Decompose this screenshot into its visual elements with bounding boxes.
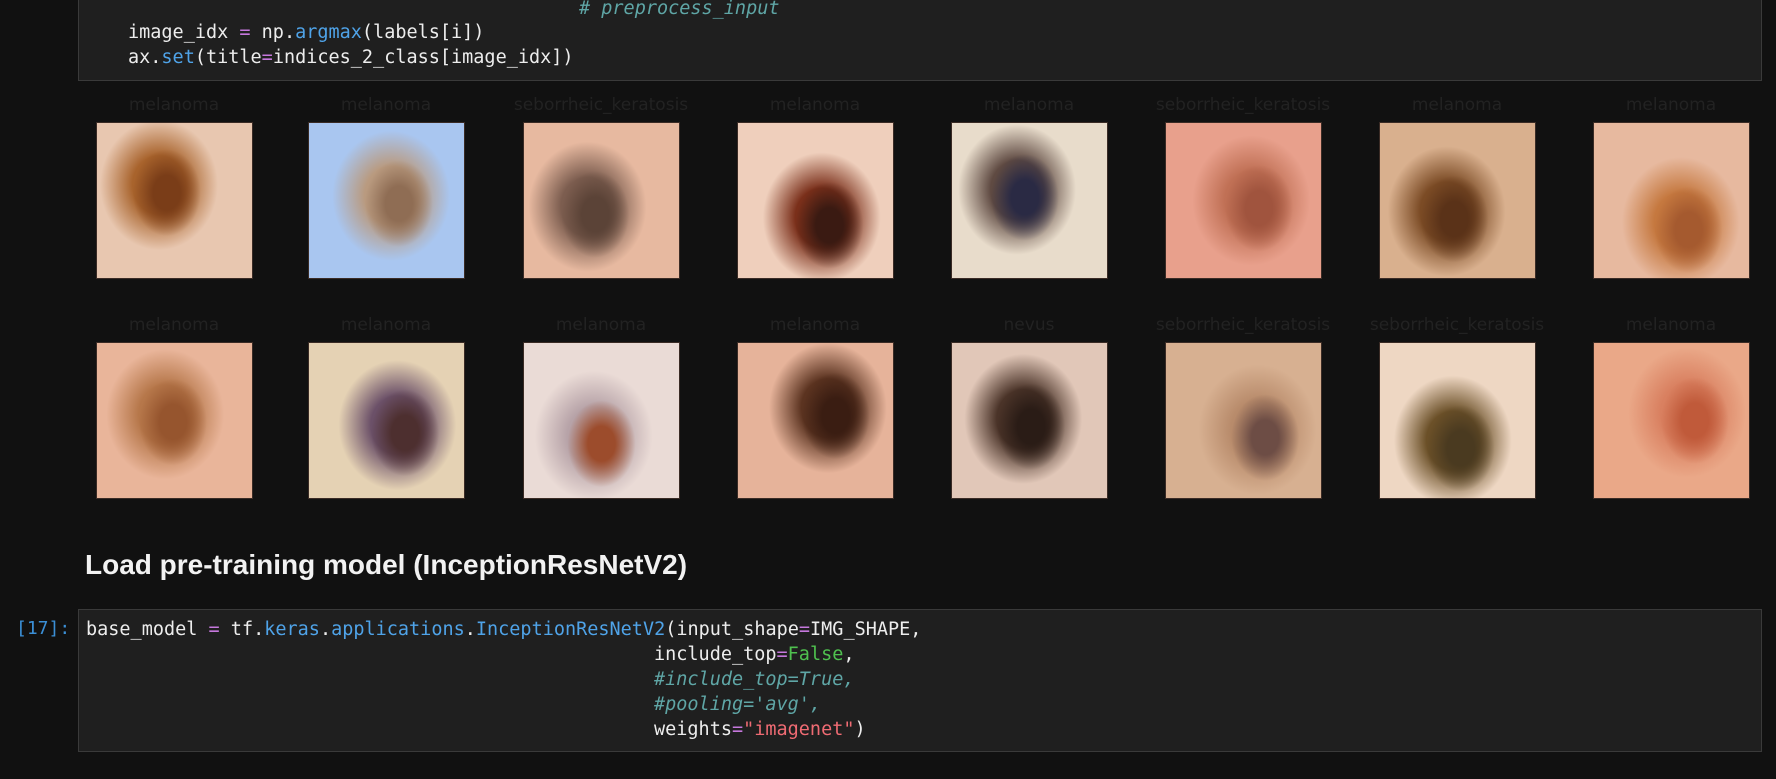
skin-lesion-image: [308, 122, 465, 279]
skin-lesion-image: [1593, 342, 1750, 499]
skin-lesion-image: [737, 342, 894, 499]
skin-lesion-image: [951, 342, 1108, 499]
thumbnail-title: melanoma: [340, 315, 432, 335]
thumbnail-title: seborrheic_keratosis: [1155, 95, 1331, 115]
thumbnail-title: nevus: [1003, 315, 1055, 335]
code-line-comment-pooling: #pooling='avg',: [654, 694, 822, 715]
skin-lesion-image: [951, 122, 1108, 279]
skin-lesion-image: [1165, 342, 1322, 499]
skin-lesion-image: [737, 122, 894, 279]
thumbnail-title: seborrheic_keratosis: [513, 95, 689, 115]
thumbnail-title: melanoma: [128, 315, 220, 335]
code-line-weights: weights="imagenet"): [654, 719, 866, 740]
thumbnail-title: melanoma: [1625, 95, 1717, 115]
thumbnail-title: melanoma: [128, 95, 220, 115]
thumbnail-title: seborrheic_keratosis: [1155, 315, 1331, 335]
thumbnail-title: melanoma: [769, 315, 861, 335]
thumbnail-title: melanoma: [1411, 95, 1503, 115]
cell-prompt: [17]:: [16, 618, 71, 639]
skin-lesion-image: [308, 342, 465, 499]
skin-lesion-image: [96, 342, 253, 499]
image-grid-output: melanoma melanoma seborrheic_keratosis mela…: [0, 0, 1776, 520]
thumbnail-title: melanoma: [340, 95, 432, 115]
thumbnail-title: seborrheic_keratosis: [1369, 315, 1545, 335]
skin-lesion-image: [1379, 342, 1536, 499]
skin-lesion-image: [1165, 122, 1322, 279]
thumbnail-title: melanoma: [1625, 315, 1717, 335]
skin-lesion-image: [523, 122, 680, 279]
skin-lesion-image: [96, 122, 253, 279]
skin-lesion-image: [523, 342, 680, 499]
code-line-comment-include-top: #include_top=True,: [654, 669, 855, 690]
thumbnail-title: melanoma: [769, 95, 861, 115]
code-line-include-top: include_top=False,: [654, 644, 855, 665]
thumbnail-title: melanoma: [555, 315, 647, 335]
section-heading: Load pre-training model (InceptionResNet…: [85, 549, 688, 580]
skin-lesion-image: [1593, 122, 1750, 279]
skin-lesion-image: [1379, 122, 1536, 279]
code-line-base-model: base_model = tf.keras.applications.Incep…: [86, 619, 922, 640]
code-cell-17[interactable]: base_model = tf.keras.applications.Incep…: [78, 609, 1762, 752]
thumbnail-title: melanoma: [983, 95, 1075, 115]
